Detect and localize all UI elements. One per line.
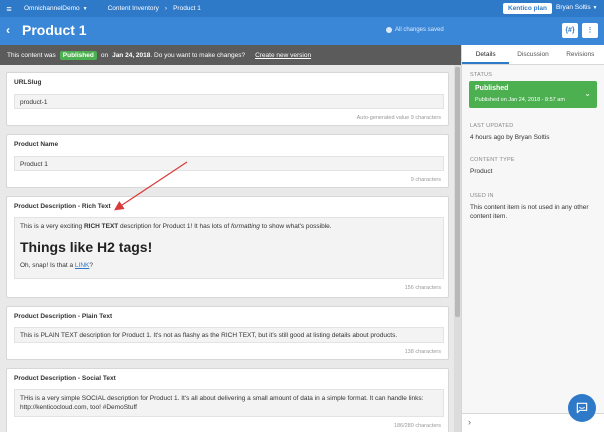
expand-panel-icon[interactable]: › [468,417,471,427]
save-status: All changes saved [386,27,444,33]
text-run: description for Product 1! It has lots o… [118,223,231,230]
workflow-status-button[interactable]: Published Published on Jan 24, 2018 - 8:… [469,81,597,108]
scrollbar[interactable] [454,65,461,432]
published-notice: This content was Published on Jan 24, 20… [0,45,461,65]
user-name: Bryan Soltis [556,4,591,11]
user-menu[interactable]: Bryan Soltis ▼ [556,4,597,11]
notice-question: . Do you want to make changes? [150,51,246,59]
last-updated-value: 4 hours ago by Bryan Soltis [470,134,550,141]
urlslug-input[interactable]: product-1 [14,94,444,109]
element-hint: 138 characters [404,349,441,355]
status-badge: Published [59,50,97,60]
last-updated-heading: LAST UPDATED [470,123,514,129]
element-label: Product Description - Rich Text [14,203,111,210]
rich-text-link[interactable]: LINK [75,262,89,269]
text-run: This is a very exciting [20,223,84,230]
chevron-down-icon: ⌄ [584,89,591,98]
menu-icon[interactable]: ≡ [2,4,16,14]
chat-button[interactable] [568,394,596,422]
notice-prefix: This content was [7,51,56,59]
social-text-line: THis is a very simple SOCIAL description… [20,395,424,402]
chevron-right-icon: › [164,5,168,12]
content-type-heading: CONTENT TYPE [470,157,515,163]
element-label: Product Description - Social Text [14,375,116,382]
tab-revisions[interactable]: Revisions [557,45,604,64]
save-status-text: All changes saved [395,27,444,33]
tab-details[interactable]: Details [462,45,510,64]
element-rich-text: Product Description - Rich Text This is … [6,196,449,298]
notice-on: on [100,51,109,59]
plain-text-input[interactable]: This is PLAIN TEXT description for Produ… [14,327,444,343]
page-title: Product 1 [22,22,87,38]
rich-text-paragraph: Oh, snap! Is that a LINK? [20,261,438,270]
chevron-down-icon[interactable]: ▼ [83,6,88,12]
title-bar: ‹ Product 1 All changes saved {#} ⋮ [0,17,604,45]
panel-tabs: Details Discussion Revisions [462,45,604,65]
check-circle-icon [386,27,392,33]
code-name-button[interactable]: {#} [562,23,578,38]
back-icon[interactable]: ‹ [6,23,10,37]
element-product-name: Product Name Product 1 9 characters [6,134,449,188]
content-type-value: Product [470,168,493,175]
workflow-status: Published [475,85,509,92]
rich-text-heading: Things like H2 tags! [20,239,153,256]
element-hint: 156 characters [404,285,441,291]
used-in-heading: USED IN [470,193,494,199]
create-new-version-link[interactable]: Create new version [255,52,311,59]
notice-date: Jan 24, 2018 [112,51,151,59]
breadcrumb-project[interactable]: OmnichannelDemo [24,5,80,12]
chevron-down-icon: ▼ [592,5,598,11]
element-plain-text: Product Description - Plain Text This is… [6,306,449,360]
bold-text: RICH TEXT [83,223,119,230]
status-heading: STATUS [470,72,493,78]
text-run: to show what's possible. [259,223,332,230]
used-in-value: This content item is not used in any oth… [470,204,589,221]
element-label: URLSlug [14,79,42,86]
element-hint: 186/280 characters [393,423,441,429]
content-editor: URLSlug product-1 Auto-generated value 9… [0,65,461,432]
kentico-plan-button[interactable]: Kentico plan [503,3,553,14]
rich-text-editor[interactable]: This is a very exciting RICH TEXT descri… [14,217,444,279]
top-nav: ≡ OmnichannelDemo ▼ Content Inventory › … [0,0,604,17]
breadcrumb-section[interactable]: Content Inventory [108,5,159,12]
element-urlslug: URLSlug product-1 Auto-generated value 9… [6,72,449,126]
social-text-line: http://kenticocloud.com, too! #DemoStuff [20,404,137,412]
element-label: Product Description - Plain Text [14,313,113,320]
product-name-input[interactable]: Product 1 [14,156,444,171]
workflow-status-date: Published on Jan 24, 2018 - 8:57 am [475,97,565,103]
element-social-text: Product Description - Social Text THis i… [6,368,449,432]
rich-text-paragraph: This is a very exciting RICH TEXT descri… [20,222,438,231]
breadcrumb: OmnichannelDemo ▼ Content Inventory › Pr… [16,5,201,12]
tab-discussion[interactable]: Discussion [509,45,556,64]
text-run: ? [89,262,93,270]
element-hint: 9 characters [410,177,441,183]
details-panel: Details Discussion Revisions STATUS Publ… [461,45,604,432]
italic-text: formatting [230,223,260,230]
text-run: Oh, snap! Is that a [20,262,75,270]
social-text-input[interactable]: THis is a very simple SOCIAL description… [14,389,444,417]
scrollbar-thumb[interactable] [455,67,460,317]
more-actions-button[interactable]: ⋮ [582,23,598,38]
chat-icon [576,402,588,414]
element-hint: Auto-generated value 9 characters [356,115,441,121]
breadcrumb-item: Product 1 [173,5,201,12]
element-label: Product Name [14,141,59,148]
